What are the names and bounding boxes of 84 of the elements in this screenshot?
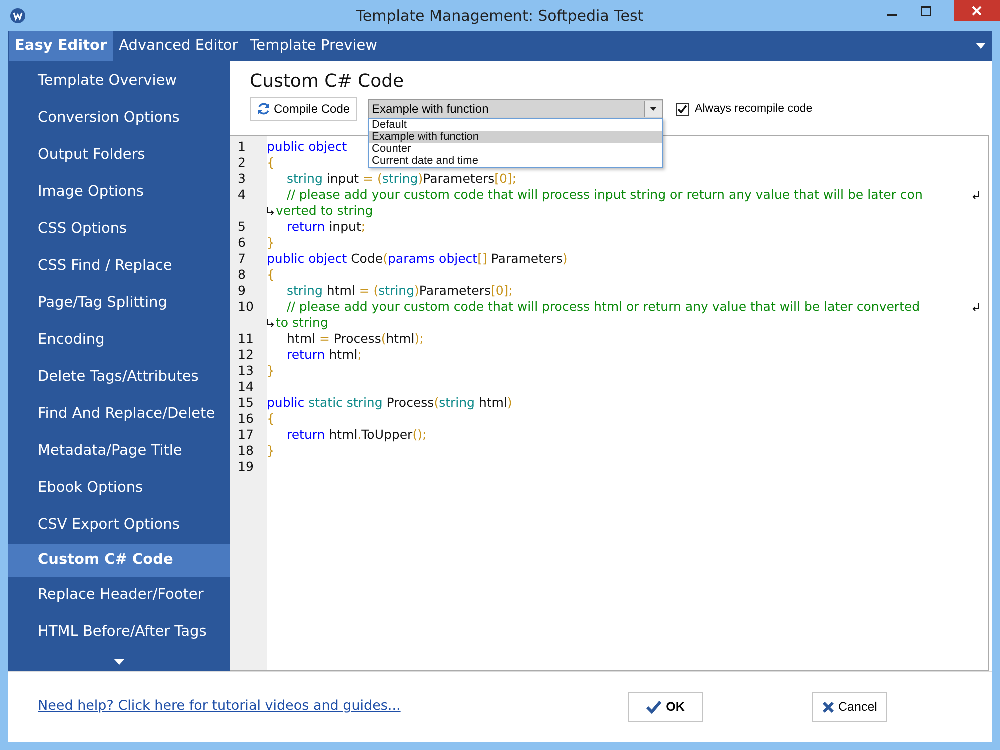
line-number: 2 [237, 155, 247, 171]
sidebar-item[interactable]: Custom C# Code [8, 544, 230, 577]
code-line: verted to string [276, 203, 374, 219]
sidebar-item[interactable]: Page/Tag Splitting [8, 285, 230, 322]
cross-icon [822, 700, 835, 714]
checkbox-label: Always recompile code [695, 103, 813, 115]
close-icon [971, 4, 983, 16]
code-line: public object [267, 139, 348, 155]
sidebar-item[interactable]: CSS Find / Replace [8, 248, 230, 285]
line-number: 15 [237, 395, 255, 411]
code-line: string html = (string)Parameters[0]; [286, 283, 513, 299]
wrap-arrow-icon [972, 191, 980, 200]
line-number: 3 [237, 171, 247, 187]
line-number: 8 [237, 267, 247, 283]
line-number: 11 [237, 331, 255, 347]
code-line: { [267, 411, 275, 427]
code-line: html = Process(html); [286, 331, 424, 347]
code-line: } [267, 363, 275, 379]
sidebar-item[interactable]: Template Overview [8, 63, 230, 100]
code-line: return input; [286, 219, 366, 235]
caret-icon [650, 107, 658, 111]
wrap-arrow-icon [267, 318, 275, 328]
sidebar-item[interactable]: Ebook Options [8, 470, 230, 507]
refresh-icon [257, 102, 271, 116]
checkbox[interactable] [676, 102, 690, 116]
line-number: 9 [237, 283, 247, 299]
code-line: { [267, 155, 275, 171]
code-line: public object Code(params object[] Parameters) [267, 251, 568, 267]
line-number: 19 [237, 459, 255, 475]
editor-tab[interactable]: Template Preview [244, 31, 384, 61]
line-number: 13 [237, 363, 255, 379]
line-number: 18 [237, 443, 255, 459]
code-line: // please add your custom code that will process html or return any value that will be later converted [286, 299, 920, 315]
code-line: to string [276, 315, 328, 331]
ok-button[interactable]: OK [628, 692, 703, 722]
line-number: 12 [237, 347, 255, 363]
code-line: public static string Process(string html) [267, 395, 512, 411]
sidebar-item[interactable]: Find And Replace/Delete [8, 396, 230, 433]
sidebar-item[interactable]: Delete Tags/Attributes [8, 359, 230, 396]
line-number: 17 [237, 427, 255, 443]
close-button[interactable] [954, 0, 1000, 21]
dropdown-option[interactable]: Counter [369, 143, 662, 155]
help-link[interactable]: Need help? Click here for tutorial videos and guides... [38, 698, 401, 714]
sidebar-item[interactable]: Conversion Options [8, 100, 230, 137]
sidebar-item[interactable]: Encoding [8, 322, 230, 359]
line-number: 6 [237, 235, 247, 251]
code-line: string input = (string)Parameters[0]; [286, 171, 517, 187]
sidebar-item[interactable]: Replace Header/Footer [8, 577, 230, 614]
compile-button[interactable]: Compile Code [250, 97, 358, 121]
line-number: 7 [237, 251, 247, 267]
sidebar-item[interactable]: Image Options [8, 174, 230, 211]
window-title: Template Management: Softpedia Test [356, 6, 644, 24]
sidebar-item[interactable]: Metadata/Page Title [8, 433, 230, 470]
code-line: } [267, 235, 275, 251]
line-number: 10 [237, 299, 255, 315]
wrap-arrow-icon [972, 303, 980, 312]
line-number: 14 [237, 379, 255, 395]
sidebar-item[interactable]: CSV Export Options [8, 507, 230, 544]
editor-tab[interactable]: Advanced Editor [113, 31, 244, 61]
section-title: Custom C# Code [250, 71, 406, 92]
caret-icon[interactable] [976, 43, 986, 49]
code-line: return html; [286, 347, 362, 363]
sidebar-item[interactable]: CSS Options [8, 211, 230, 248]
dropdown-option[interactable]: Default [369, 119, 662, 131]
editor-tab[interactable]: Easy Editor [9, 31, 114, 61]
cancel-button[interactable]: Cancel [812, 692, 887, 722]
maximize-icon[interactable] [920, 4, 932, 16]
dropdown-option[interactable]: Example with function [369, 131, 662, 143]
scroll-down-icon[interactable] [114, 659, 125, 665]
example-dropdown[interactable]: Example with function [368, 99, 664, 119]
checkmark-icon [646, 700, 662, 714]
line-number: 16 [237, 411, 255, 427]
code-line: // please add your custom code that will process input string or return any value that will be later con [286, 187, 923, 203]
code-line: { [267, 267, 275, 283]
wrap-arrow-icon [267, 206, 275, 216]
app-logo-icon [10, 8, 26, 24]
line-number: 1 [237, 139, 247, 155]
code-line: return html.ToUpper(); [286, 427, 427, 443]
line-number: 5 [237, 219, 247, 235]
dropdown-option[interactable]: Current date and time [369, 155, 662, 167]
sidebar-item[interactable]: Output Folders [8, 137, 230, 174]
line-number: 4 [237, 187, 247, 203]
sidebar-item[interactable]: HTML Before/After Tags [8, 614, 230, 651]
code-line: } [267, 443, 275, 459]
